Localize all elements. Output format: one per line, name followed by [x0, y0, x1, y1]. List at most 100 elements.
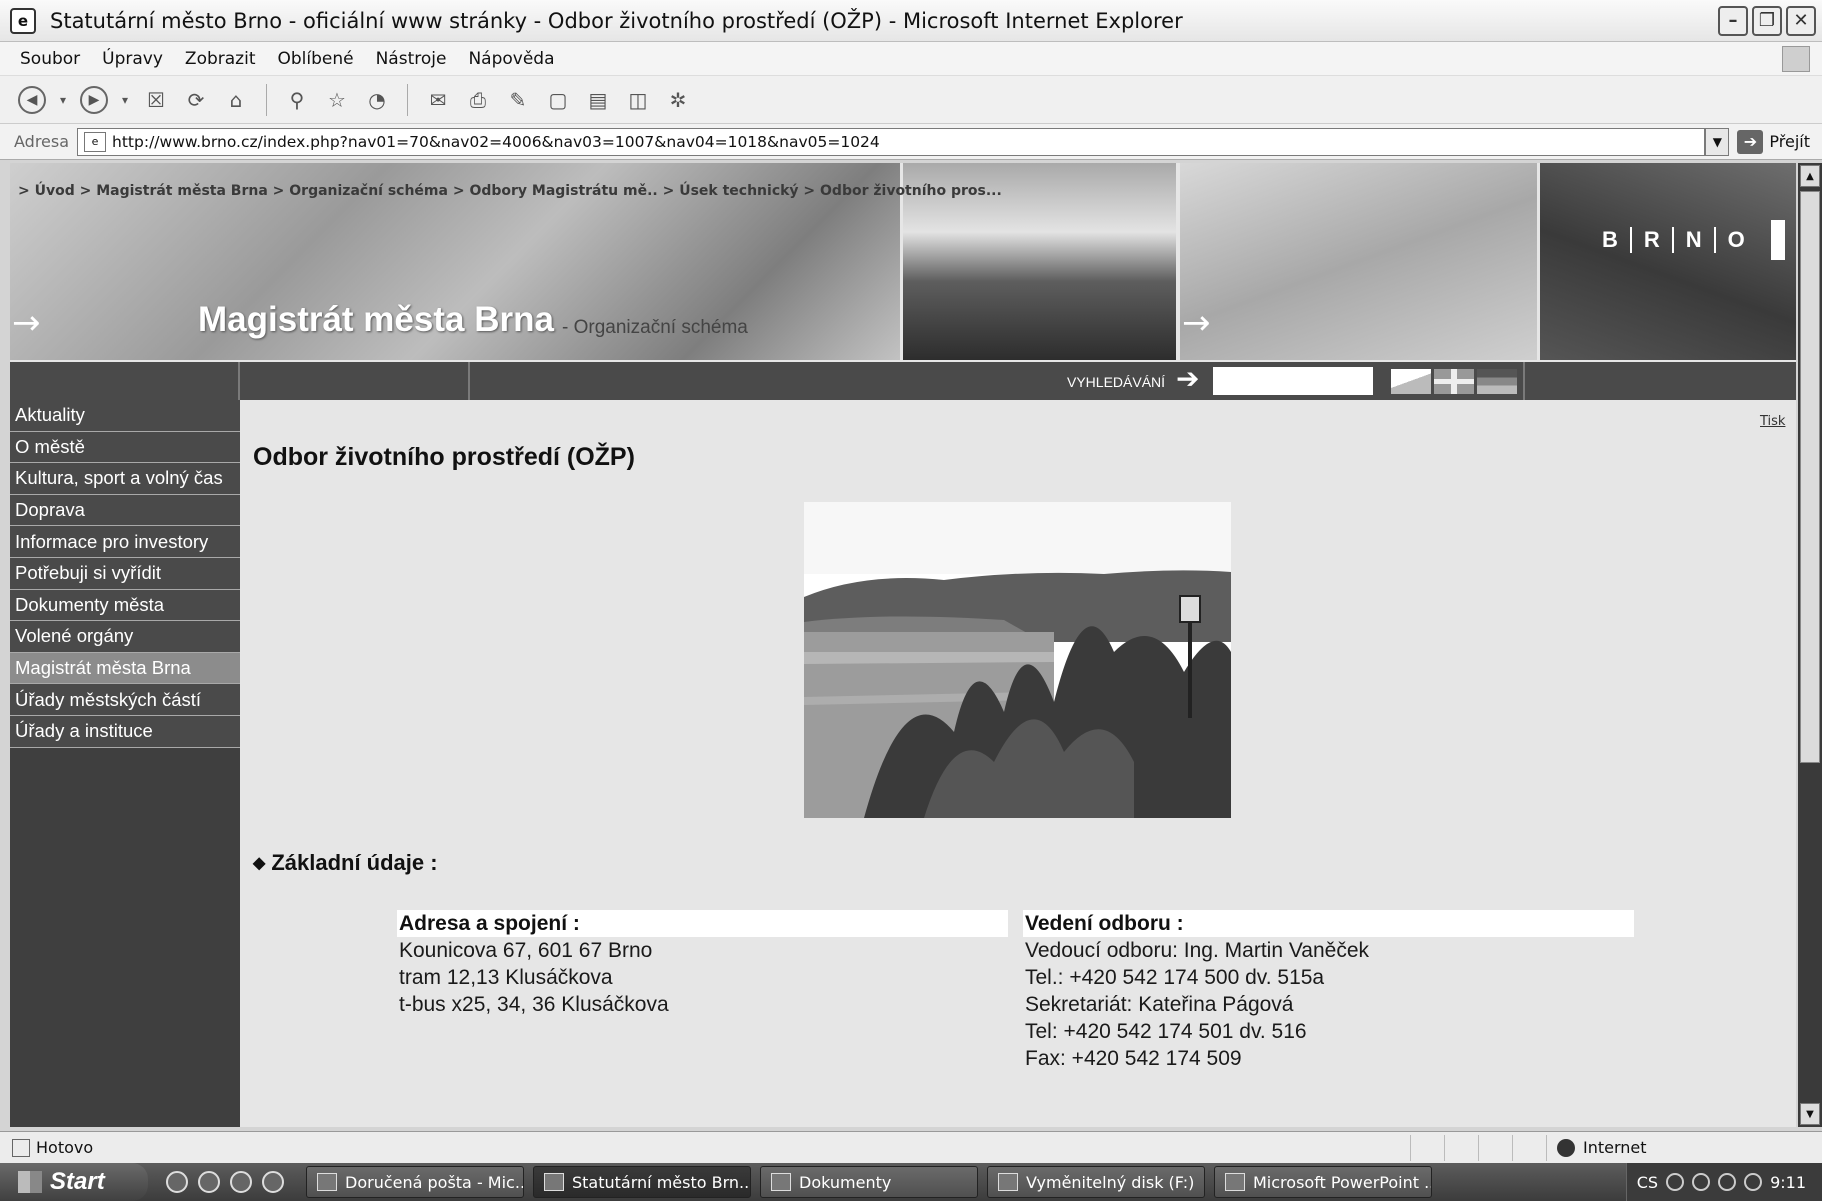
discuss-icon[interactable]: ▢ [544, 86, 572, 114]
menu-oblibene[interactable]: Oblíbené [266, 49, 364, 69]
task-ie-brno[interactable]: Statutární město Brn... [533, 1166, 751, 1198]
outlook-icon [317, 1173, 337, 1191]
site-subtitle: - Organizační schéma [562, 317, 748, 338]
messenger-icon[interactable]: ◫ [624, 86, 652, 114]
task-documents[interactable]: Dokumenty [760, 1166, 978, 1198]
forward-dropdown-icon[interactable]: ▾ [120, 86, 130, 114]
media-player-icon[interactable] [262, 1171, 284, 1193]
toolbar: ◀ ▾ ▶ ▾ ☒ ⟳ ⌂ ⚲ ☆ ◔ ✉ ⎙ ✎ ▢ ▤ ◫ ✲ [0, 76, 1822, 124]
show-desktop-icon[interactable] [166, 1171, 188, 1193]
address-url[interactable]: http://www.brno.cz/index.php?nav01=70&na… [112, 133, 880, 151]
menu-napoveda[interactable]: Nápověda [457, 49, 565, 69]
back-icon[interactable]: ◀ [18, 85, 46, 114]
scroll-thumb[interactable] [1800, 191, 1820, 763]
sidebar-item-kultura[interactable]: Kultura, sport a volný čas [10, 463, 240, 495]
sidebar-item-aktuality[interactable]: Aktuality [10, 400, 240, 432]
sidebar-item-dokumenty[interactable]: Dokumenty města [10, 589, 240, 622]
outlook-quicklaunch-icon[interactable] [230, 1171, 252, 1193]
search-arrow-icon[interactable]: ➔ [1176, 362, 1199, 395]
task-label: Statutární město Brn... [572, 1172, 751, 1192]
czech-flag-icon[interactable] [1391, 369, 1431, 394]
edit-icon[interactable]: ✎ [504, 86, 532, 114]
restore-button[interactable]: ❐ [1752, 5, 1782, 36]
tray-network-icon[interactable] [1744, 1173, 1763, 1191]
address-line: tram 12,13 Klusáčkova [399, 966, 613, 989]
print-link[interactable]: Tisk [1760, 414, 1785, 429]
tray-app-icon[interactable] [1718, 1173, 1737, 1191]
address-line: t-bus x25, 34, 36 Klusáčkova [399, 993, 669, 1016]
tray-expand-icon[interactable] [1666, 1173, 1685, 1191]
task-label: Vyměnitelný disk (F:) [1026, 1172, 1195, 1192]
search-strip: VYHLEDÁVÁNÍ ➔ [10, 362, 1796, 400]
powerpoint-icon [1225, 1173, 1245, 1191]
title-bar: e Statutární město Brno - oficiální www … [0, 0, 1822, 42]
sidebar-item-vyridit[interactable]: Potřebuji si vyřídit [10, 557, 240, 590]
sidebar-item-urady-casti[interactable]: Úřady městských částí [10, 684, 240, 716]
scroll-down-icon[interactable]: ▼ [1800, 1103, 1820, 1125]
banner-arrow-icon: → [12, 303, 41, 343]
search-input[interactable] [1213, 367, 1373, 395]
brno-logo[interactable]: B R N O [1590, 220, 1785, 260]
sidebar-item-o-meste[interactable]: O městě [10, 431, 240, 464]
menu-nastroje[interactable]: Nástroje [365, 49, 458, 69]
uk-flag-icon[interactable] [1434, 369, 1474, 394]
task-removable-disk[interactable]: Vyměnitelný disk (F:) [987, 1166, 1205, 1198]
logo-letter: N [1674, 227, 1716, 253]
search-icon[interactable]: ⚲ [283, 86, 311, 114]
misc-icon[interactable]: ✲ [664, 86, 692, 114]
logo-bar [1770, 220, 1785, 260]
minimize-icon: – [1728, 10, 1738, 31]
toolbar-separator [407, 83, 408, 116]
sidebar-item-urady-instituce[interactable]: Úřady a instituce [10, 715, 240, 748]
sidebar-item-magistrat[interactable]: Magistrát města Brna [10, 652, 240, 685]
research-icon[interactable]: ▤ [584, 86, 612, 114]
address-input[interactable]: e http://www.brno.cz/index.php?nav01=70&… [77, 127, 1706, 156]
sidebar-item-volene-organy[interactable]: Volené orgány [10, 621, 240, 653]
management-line: Sekretariát: Kateřina Págová [1025, 993, 1294, 1016]
refresh-icon[interactable]: ⟳ [182, 86, 210, 114]
language-indicator[interactable]: CS [1637, 1173, 1658, 1192]
back-dropdown-icon[interactable]: ▾ [58, 86, 68, 114]
clock[interactable]: 9:11 [1770, 1173, 1806, 1192]
forward-icon[interactable]: ▶ [80, 85, 108, 114]
favorites-icon[interactable]: ☆ [323, 86, 351, 114]
breadcrumb[interactable]: > Úvod > Magistrát města Brna > Organiza… [18, 183, 1002, 199]
site-title[interactable]: Magistrát města Brna [198, 300, 554, 340]
status-cell [1512, 1134, 1546, 1161]
status-text: Hotovo [36, 1138, 94, 1157]
task-outlook[interactable]: Doručená pošta - Mic... [306, 1166, 524, 1198]
system-tray: CS 9:11 [1625, 1163, 1822, 1201]
windows-logo-icon [1782, 45, 1810, 72]
page-content: > Úvod > Magistrát města Brna > Organiza… [10, 163, 1796, 1127]
history-icon[interactable]: ◔ [363, 86, 391, 114]
sidebar-item-investori[interactable]: Informace pro investory [10, 526, 240, 558]
task-label: Dokumenty [799, 1172, 892, 1192]
print-icon[interactable]: ⎙ [464, 86, 492, 114]
german-flag-icon[interactable] [1477, 369, 1517, 394]
mail-icon[interactable]: ✉ [424, 86, 452, 114]
sidebar-item-doprava[interactable]: Doprava [10, 494, 240, 527]
ie-page-icon[interactable]: e [10, 7, 36, 34]
address-heading: Adresa a spojení : [397, 910, 1008, 937]
go-button[interactable]: ➔ Přejít [1729, 129, 1822, 154]
ie-quicklaunch-icon[interactable] [198, 1171, 220, 1193]
menu-upravy[interactable]: Úpravy [91, 49, 174, 69]
management-line: Fax: +420 542 174 509 [1025, 1047, 1242, 1070]
task-powerpoint[interactable]: Microsoft PowerPoint ... [1214, 1166, 1432, 1198]
scroll-up-icon[interactable]: ▲ [1800, 165, 1820, 187]
menu-zobrazit[interactable]: Zobrazit [174, 49, 267, 69]
minimize-button[interactable]: – [1718, 5, 1748, 36]
folder-icon [771, 1173, 791, 1191]
close-button[interactable]: ✕ [1786, 5, 1816, 36]
menu-soubor[interactable]: Soubor [0, 49, 91, 69]
home-icon[interactable]: ⌂ [222, 86, 250, 114]
stop-icon[interactable]: ☒ [142, 86, 170, 114]
bullet-diamond-icon: ◆ [253, 855, 266, 872]
address-dropdown-button[interactable]: ▼ [1705, 127, 1730, 156]
vertical-scrollbar[interactable]: ▲ ▼ [1798, 163, 1822, 1127]
go-label: Přejít [1769, 132, 1810, 151]
tray-mail-icon[interactable] [1692, 1173, 1711, 1191]
address-line: Kounicova 67, 601 67 Brno [399, 939, 653, 962]
logo-letter: R [1632, 227, 1674, 253]
start-button[interactable]: Start [0, 1163, 148, 1201]
